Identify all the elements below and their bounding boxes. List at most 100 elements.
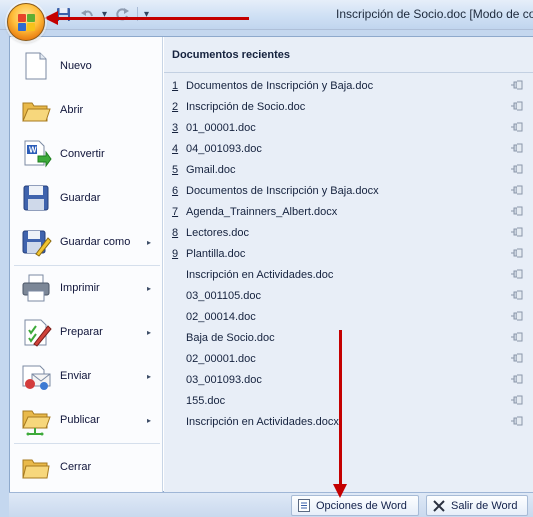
recent-document-item[interactable]: 1 Documentos de Inscripción y Baja.doc [164,75,533,96]
menu-item-label: Preparar [60,326,103,338]
menu-commands: Nuevo Abrir W Convertir Guardar Guardar … [10,37,163,493]
menu-item-label: Convertir [60,148,105,160]
recent-document-name: 04_001093.doc [186,142,262,155]
pin-icon[interactable] [510,310,524,322]
pin-icon[interactable] [510,184,524,196]
recent-document-item[interactable]: 3 01_00001.doc [164,117,533,138]
annotation-arrow-shaft [56,17,249,20]
send-icon [20,360,52,392]
menu-item-nuevo[interactable]: Nuevo [10,45,162,87]
word-options-button[interactable]: Opciones de Word [291,495,419,516]
submenu-arrow-icon: ▸ [147,327,152,337]
pin-icon[interactable] [510,289,524,301]
pin-icon[interactable] [510,121,524,133]
recent-document-name: 155.doc [186,394,226,407]
menu-item-preparar[interactable]: Preparar ▸ [10,311,162,353]
pin-icon[interactable] [510,163,524,175]
recent-list: 1 Documentos de Inscripción y Baja.doc 2 In… [164,75,533,432]
close-folder-icon [20,451,52,483]
pin-icon[interactable] [510,352,524,364]
options-icon [297,499,311,513]
menu-item-publicar[interactable]: Publicar ▸ [10,399,162,441]
pin-icon[interactable] [510,142,524,154]
recent-document-name: 03_001093.doc [186,373,262,386]
recent-document-item[interactable]: 155.doc [164,390,533,411]
open-folder-icon [20,94,52,126]
menu-item-abrir[interactable]: Abrir [10,89,162,131]
exit-word-label: Salir de Word [451,499,518,512]
pin-icon[interactable] [510,205,524,217]
recent-document-name: Inscripción en Actividades.docx [186,415,339,428]
submenu-arrow-icon: ▸ [147,371,152,381]
recent-document-number: 9 [172,247,179,260]
pin-icon[interactable] [510,79,524,91]
window-title: Inscripción de Socio.doc [Modo de co [336,7,533,21]
recent-document-item[interactable]: 6 Documentos de Inscripción y Baja.docx [164,180,533,201]
printer-icon [20,272,52,304]
menu-item-label: Cerrar [60,461,92,473]
recent-document-name: Inscripción en Actividades.doc [186,268,334,281]
pin-icon[interactable] [510,100,524,112]
submenu-arrow-icon: ▸ [147,283,152,293]
menu-item-guardar-como[interactable]: Guardar como ▸ [10,221,162,263]
recent-document-name: Agenda_Trainners_Albert.docx [186,205,338,218]
submenu-arrow-icon: ▸ [147,237,152,247]
menu-item-convertir[interactable]: W Convertir [10,133,162,175]
recent-document-item[interactable]: Inscripción en Actividades.doc [164,264,533,285]
recent-document-item[interactable]: 03_001105.doc [164,285,533,306]
title-bar: ▾ ▾ Inscripción de Socio.doc [Modo de co [0,0,533,30]
recent-document-name: 02_00014.doc [186,310,256,323]
office-menu: Nuevo Abrir W Convertir Guardar Guardar … [9,36,533,493]
prepare-icon [20,316,52,348]
pin-icon[interactable] [510,373,524,385]
pin-icon[interactable] [510,415,524,427]
recent-document-name: Plantilla.doc [186,247,246,260]
menu-item-label: Guardar [60,192,101,204]
pin-icon[interactable] [510,394,524,406]
menu-item-label: Enviar [60,370,92,382]
pin-icon[interactable] [510,247,524,259]
recent-document-item[interactable]: 8 Lectores.doc [164,222,533,243]
recent-document-item[interactable]: 4 04_001093.doc [164,138,533,159]
undo-icon[interactable] [78,5,96,23]
recent-document-item[interactable]: 02_00014.doc [164,306,533,327]
office-button[interactable] [7,3,45,41]
menu-item-label: Guardar como [60,236,131,248]
recent-document-item[interactable]: 5 Gmail.doc [164,159,533,180]
pin-icon[interactable] [510,268,524,280]
recent-document-item[interactable]: 03_001093.doc [164,369,533,390]
recent-document-number: 3 [172,121,179,134]
recent-document-name: Baja de Socio.doc [186,331,275,344]
convert-icon: W [20,138,52,170]
recent-document-number: 4 [172,142,179,155]
publish-icon [20,404,52,436]
submenu-arrow-icon: ▸ [147,415,152,425]
recent-document-name: Lectores.doc [186,226,249,239]
pin-icon[interactable] [510,331,524,343]
menu-item-label: Abrir [60,104,84,116]
annotation-arrowhead-down [333,484,347,498]
word-options-label: Opciones de Word [316,499,407,512]
annotation-arrow-shaft [339,330,342,488]
exit-word-button[interactable]: Salir de Word [426,495,528,516]
menu-item-imprimir[interactable]: Imprimir ▸ [10,267,162,309]
recent-document-item[interactable]: Inscripción en Actividades.docx [164,411,533,432]
recent-document-name: 03_001105.doc [186,289,262,302]
recent-header: Documentos recientes [164,37,533,73]
redo-icon[interactable] [113,5,131,23]
recent-document-item[interactable]: 7 Agenda_Trainners_Albert.docx [164,201,533,222]
menu-item-guardar[interactable]: Guardar [10,177,162,219]
recent-document-item[interactable]: 02_00001.doc [164,348,533,369]
menu-item-enviar[interactable]: Enviar ▸ [10,355,162,397]
recent-document-name: Inscripción de Socio.doc [186,100,306,113]
recent-document-item[interactable]: 2 Inscripción de Socio.doc [164,96,533,117]
recent-document-name: 01_00001.doc [186,121,256,134]
recent-document-item[interactable]: Baja de Socio.doc [164,327,533,348]
annotation-arrowhead-left [44,11,58,25]
pin-icon[interactable] [510,226,524,238]
recent-document-item[interactable]: 9 Plantilla.doc [164,243,533,264]
recent-title: Documentos recientes [172,49,290,61]
menu-item-cerrar[interactable]: Cerrar [10,446,162,488]
menu-footer: Opciones de Word Salir de Word [9,492,533,517]
recent-document-name: Gmail.doc [186,163,236,176]
